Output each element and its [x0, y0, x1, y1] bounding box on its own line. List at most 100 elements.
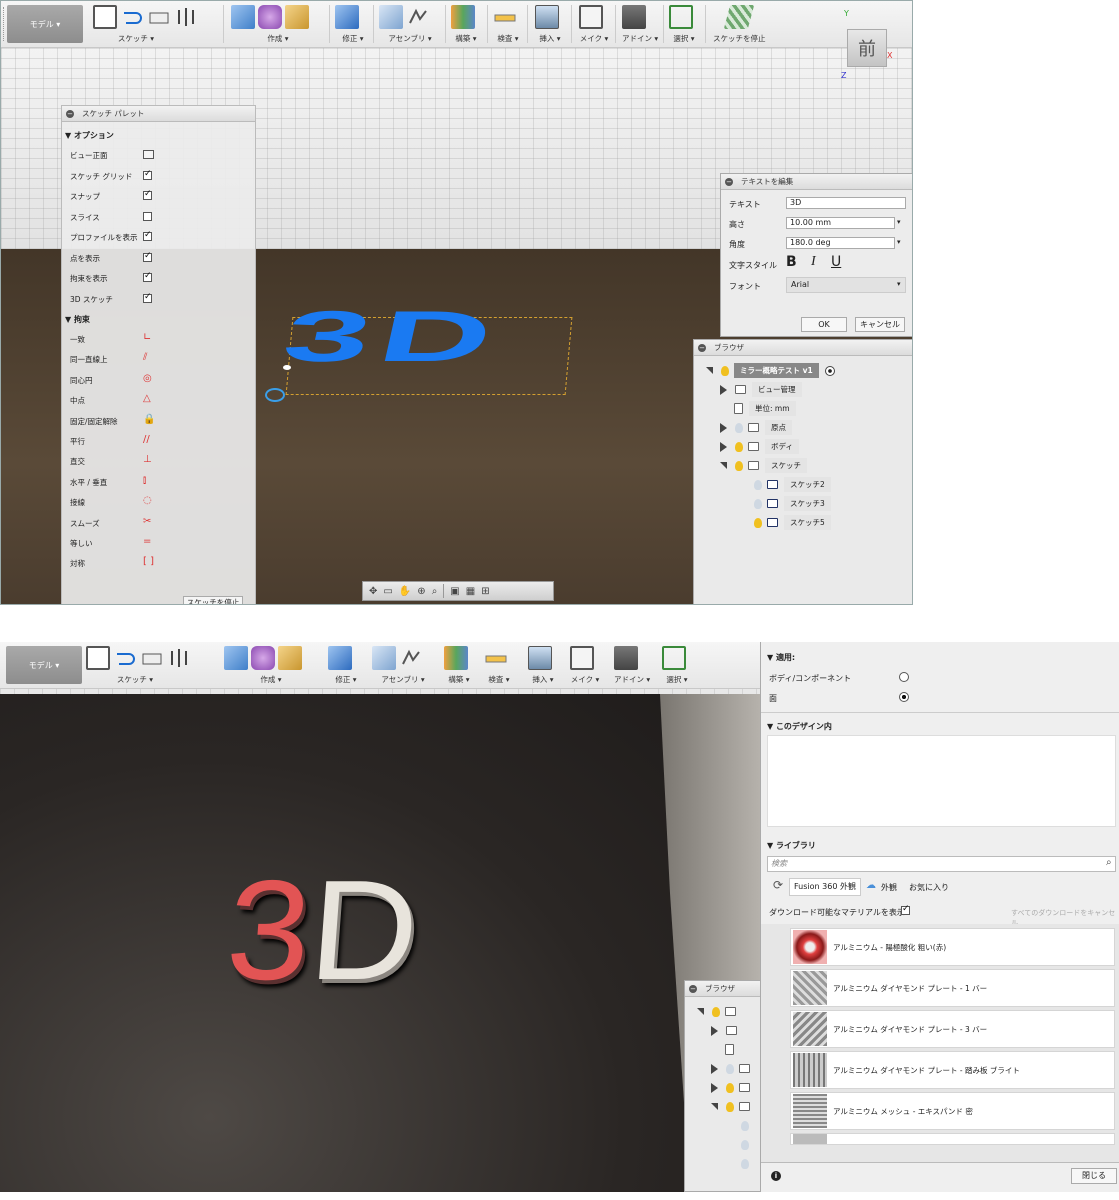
line-icon[interactable] [113, 646, 137, 670]
box-icon[interactable] [285, 5, 309, 29]
edit-text-header[interactable]: − テキストを編集 [721, 174, 912, 190]
browser-item[interactable]: スケッチ2 [754, 477, 831, 492]
horizontal-vertical-icon[interactable]: ⫾ [143, 475, 146, 486]
expand-icon[interactable] [720, 422, 727, 433]
construct-group[interactable]: 構築 ▾ [451, 1, 481, 47]
browser-item[interactable]: ボディ [720, 439, 799, 454]
palette-option-checkbox[interactable] [143, 251, 152, 262]
collapse-icon[interactable]: − [66, 109, 74, 118]
look-at-icon[interactable]: ▭ [383, 586, 392, 597]
bold-button[interactable]: B [786, 254, 797, 270]
angle-dropdown-icon[interactable]: ▾ [897, 238, 901, 246]
sketch-3d-text[interactable]: 3D [276, 297, 510, 377]
visibility-bulb-icon[interactable] [726, 1082, 734, 1093]
tab-fusion-appearance[interactable]: Fusion 360 外観 [789, 878, 861, 896]
activate-radio-icon[interactable] [824, 365, 835, 376]
mirror-icon[interactable] [167, 646, 191, 670]
browser-header[interactable]: − ブラウザ [694, 340, 912, 356]
visibility-bulb-icon[interactable] [741, 1139, 749, 1150]
palette-option-checkbox[interactable] [143, 189, 152, 200]
form-icon[interactable] [258, 5, 282, 29]
select-group[interactable]: 選択 ▾ [662, 642, 692, 688]
press-pull-icon[interactable] [328, 646, 352, 670]
mode-button[interactable]: モデル ▾ [6, 646, 82, 684]
browser-item[interactable] [711, 1099, 756, 1114]
symmetric-icon[interactable]: [ ] [143, 556, 154, 567]
palette-option-checkbox[interactable] [143, 211, 152, 221]
expand-icon[interactable] [711, 1063, 718, 1074]
stop-sketch-group[interactable]: スケッチを停止 [713, 1, 766, 47]
options-header[interactable]: ▼ オプション [65, 130, 114, 141]
origin-point-icon[interactable] [265, 388, 285, 402]
font-dropdown-icon[interactable]: ▾ [897, 280, 901, 288]
angle-input[interactable]: 180.0 deg [786, 237, 895, 249]
visibility-bulb-icon[interactable] [726, 1101, 734, 1112]
browser-header[interactable]: − ブラウザ [685, 981, 763, 997]
material-row[interactable]: アルミニウム メッシュ - エキスパンド 密 [790, 1092, 1115, 1130]
mode-button[interactable]: モデル ▾ [7, 5, 83, 43]
box-icon[interactable] [278, 646, 302, 670]
make-group[interactable]: メイク ▾ [570, 642, 600, 688]
expand-icon[interactable] [711, 1082, 718, 1093]
visibility-bulb-icon[interactable] [754, 498, 762, 509]
addins-group[interactable]: アドイン ▾ [614, 642, 650, 688]
browser-item[interactable] [725, 1042, 740, 1057]
viewports-icon[interactable]: ⊞ [481, 586, 489, 597]
tab-appearance[interactable]: 外観 [881, 882, 897, 893]
offset-plane-icon[interactable] [451, 5, 475, 29]
press-pull-icon[interactable] [335, 5, 359, 29]
assemble-group[interactable]: アセンブリ ▾ [372, 642, 434, 688]
palette-option-checkbox[interactable] [143, 292, 152, 303]
material-row[interactable]: アルミニウム ダイヤモンド プレート - 踏み板 ブライト [790, 1051, 1115, 1089]
collinear-icon[interactable]: ⫽ [143, 352, 147, 363]
visibility-bulb-icon[interactable] [726, 1063, 734, 1074]
browser-item[interactable] [741, 1118, 754, 1133]
browser-item[interactable] [711, 1061, 756, 1076]
pan-icon[interactable]: ✋ [399, 586, 411, 597]
height-input[interactable]: 10.00 mm [786, 217, 895, 229]
visibility-bulb-icon[interactable] [712, 1006, 720, 1017]
info-icon[interactable]: i [771, 1171, 781, 1181]
insert-image-icon[interactable] [535, 5, 559, 29]
expand-icon[interactable] [720, 441, 727, 452]
visibility-bulb-icon[interactable] [741, 1120, 749, 1131]
visibility-bulb-icon[interactable] [754, 479, 762, 490]
rectangle-icon[interactable] [147, 5, 171, 29]
browser-item[interactable]: スケッチ [720, 458, 807, 473]
browser-root[interactable]: ミラー概略テスト v1 [706, 363, 835, 378]
palette-option-checkbox[interactable] [143, 169, 152, 180]
concentric-icon[interactable]: ◎ [143, 373, 152, 384]
expand-icon[interactable] [706, 367, 713, 374]
midpoint-icon[interactable]: △ [143, 393, 151, 404]
insert-group[interactable]: 挿入 ▾ [535, 1, 565, 47]
offset-plane-icon[interactable] [444, 646, 468, 670]
scripts-icon[interactable] [622, 5, 646, 29]
line-icon[interactable] [120, 5, 144, 29]
material-row[interactable]: アルミニウム ダイヤモンド プレート - 1 バー [790, 969, 1115, 1007]
apply-header[interactable]: ▼ 適用: [767, 652, 795, 663]
make-group[interactable]: メイク ▾ [579, 1, 609, 47]
browser-item[interactable]: スケッチ5 [754, 515, 831, 530]
orbit-icon[interactable]: ✥ [369, 586, 377, 597]
measure-icon[interactable] [493, 5, 517, 29]
new-component-icon[interactable] [379, 5, 403, 29]
coincident-icon[interactable]: ∟ [143, 332, 151, 343]
material-row-partial[interactable] [790, 1133, 1115, 1145]
measure-icon[interactable] [484, 646, 508, 670]
3d-print-icon[interactable] [570, 646, 594, 670]
browser-item[interactable] [711, 1023, 743, 1038]
create-group[interactable]: 作成 ▾ [224, 642, 318, 688]
model-3d-digit[interactable]: 3 [222, 851, 317, 1010]
collapse-icon[interactable]: − [698, 343, 706, 352]
visibility-bulb-icon[interactable] [735, 441, 743, 452]
create-group[interactable]: 作成 ▾ [231, 1, 325, 47]
3d-print-icon[interactable] [579, 5, 603, 29]
toolbar-grip[interactable] [3, 7, 6, 41]
extrude-icon[interactable] [231, 5, 255, 29]
visibility-bulb-icon[interactable] [735, 422, 743, 433]
fix-icon[interactable]: 🔒 [143, 414, 155, 425]
tangent-icon[interactable]: ◌ [143, 495, 152, 506]
material-row[interactable]: アルミニウム - 陽極酸化 粗い(赤) [790, 928, 1115, 966]
inspect-group[interactable]: 検査 ▾ [493, 1, 523, 47]
parallel-icon[interactable]: // [143, 434, 150, 445]
